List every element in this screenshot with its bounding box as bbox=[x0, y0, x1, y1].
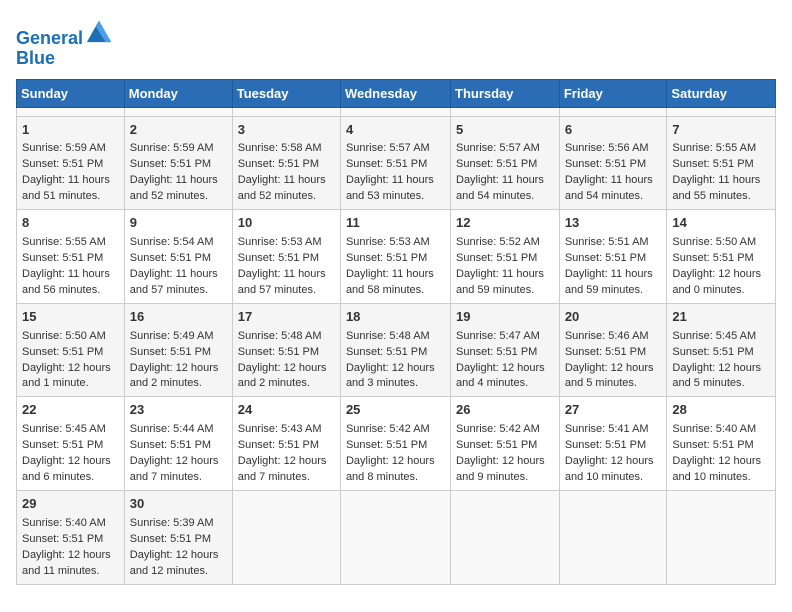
day-number: 17 bbox=[238, 308, 335, 327]
calendar-cell: 10Sunrise: 5:53 AMSunset: 5:51 PMDayligh… bbox=[232, 210, 340, 304]
day-number: 9 bbox=[130, 214, 227, 233]
calendar-cell bbox=[17, 107, 125, 116]
calendar-cell: 8Sunrise: 5:55 AMSunset: 5:51 PMDaylight… bbox=[17, 210, 125, 304]
calendar-week-5: 22Sunrise: 5:45 AMSunset: 5:51 PMDayligh… bbox=[17, 397, 776, 491]
calendar-cell: 26Sunrise: 5:42 AMSunset: 5:51 PMDayligh… bbox=[451, 397, 560, 491]
calendar-cell: 19Sunrise: 5:47 AMSunset: 5:51 PMDayligh… bbox=[451, 303, 560, 397]
calendar-cell: 6Sunrise: 5:56 AMSunset: 5:51 PMDaylight… bbox=[559, 116, 667, 210]
calendar-cell: 5Sunrise: 5:57 AMSunset: 5:51 PMDaylight… bbox=[451, 116, 560, 210]
logo-blue: Blue bbox=[16, 48, 55, 68]
calendar-cell bbox=[232, 490, 340, 584]
calendar-cell: 7Sunrise: 5:55 AMSunset: 5:51 PMDaylight… bbox=[667, 116, 776, 210]
calendar-week-1 bbox=[17, 107, 776, 116]
calendar-cell bbox=[667, 490, 776, 584]
day-number: 8 bbox=[22, 214, 119, 233]
calendar-cell: 24Sunrise: 5:43 AMSunset: 5:51 PMDayligh… bbox=[232, 397, 340, 491]
day-number: 14 bbox=[672, 214, 770, 233]
day-header-wednesday: Wednesday bbox=[340, 79, 450, 107]
calendar-cell: 1Sunrise: 5:59 AMSunset: 5:51 PMDaylight… bbox=[17, 116, 125, 210]
calendar-cell: 20Sunrise: 5:46 AMSunset: 5:51 PMDayligh… bbox=[559, 303, 667, 397]
calendar-cell: 9Sunrise: 5:54 AMSunset: 5:51 PMDaylight… bbox=[124, 210, 232, 304]
calendar-cell bbox=[667, 107, 776, 116]
day-number: 3 bbox=[238, 121, 335, 140]
calendar-cell bbox=[559, 107, 667, 116]
calendar-cell: 2Sunrise: 5:59 AMSunset: 5:51 PMDaylight… bbox=[124, 116, 232, 210]
calendar-table: SundayMondayTuesdayWednesdayThursdayFrid… bbox=[16, 79, 776, 585]
day-number: 27 bbox=[565, 401, 662, 420]
calendar-cell bbox=[340, 107, 450, 116]
day-number: 18 bbox=[346, 308, 445, 327]
calendar-cell: 16Sunrise: 5:49 AMSunset: 5:51 PMDayligh… bbox=[124, 303, 232, 397]
day-number: 7 bbox=[672, 121, 770, 140]
calendar-cell: 15Sunrise: 5:50 AMSunset: 5:51 PMDayligh… bbox=[17, 303, 125, 397]
calendar-cell: 27Sunrise: 5:41 AMSunset: 5:51 PMDayligh… bbox=[559, 397, 667, 491]
day-number: 19 bbox=[456, 308, 554, 327]
day-header-saturday: Saturday bbox=[667, 79, 776, 107]
calendar-cell: 4Sunrise: 5:57 AMSunset: 5:51 PMDaylight… bbox=[340, 116, 450, 210]
day-header-monday: Monday bbox=[124, 79, 232, 107]
calendar-cell: 17Sunrise: 5:48 AMSunset: 5:51 PMDayligh… bbox=[232, 303, 340, 397]
day-number: 12 bbox=[456, 214, 554, 233]
day-number: 1 bbox=[22, 121, 119, 140]
page-header: General Blue bbox=[16, 16, 776, 69]
calendar-week-2: 1Sunrise: 5:59 AMSunset: 5:51 PMDaylight… bbox=[17, 116, 776, 210]
calendar-cell bbox=[451, 490, 560, 584]
calendar-cell bbox=[124, 107, 232, 116]
calendar-week-3: 8Sunrise: 5:55 AMSunset: 5:51 PMDaylight… bbox=[17, 210, 776, 304]
day-number: 11 bbox=[346, 214, 445, 233]
day-number: 13 bbox=[565, 214, 662, 233]
calendar-cell: 22Sunrise: 5:45 AMSunset: 5:51 PMDayligh… bbox=[17, 397, 125, 491]
day-header-tuesday: Tuesday bbox=[232, 79, 340, 107]
calendar-week-4: 15Sunrise: 5:50 AMSunset: 5:51 PMDayligh… bbox=[17, 303, 776, 397]
day-number: 22 bbox=[22, 401, 119, 420]
day-number: 24 bbox=[238, 401, 335, 420]
day-number: 10 bbox=[238, 214, 335, 233]
logo-general: General bbox=[16, 28, 83, 48]
day-number: 26 bbox=[456, 401, 554, 420]
calendar-cell: 21Sunrise: 5:45 AMSunset: 5:51 PMDayligh… bbox=[667, 303, 776, 397]
calendar-cell: 3Sunrise: 5:58 AMSunset: 5:51 PMDaylight… bbox=[232, 116, 340, 210]
logo: General Blue bbox=[16, 16, 113, 69]
day-number: 29 bbox=[22, 495, 119, 514]
day-number: 15 bbox=[22, 308, 119, 327]
calendar-cell: 13Sunrise: 5:51 AMSunset: 5:51 PMDayligh… bbox=[559, 210, 667, 304]
logo-icon bbox=[85, 16, 113, 44]
day-number: 25 bbox=[346, 401, 445, 420]
day-header-thursday: Thursday bbox=[451, 79, 560, 107]
calendar-cell: 30Sunrise: 5:39 AMSunset: 5:51 PMDayligh… bbox=[124, 490, 232, 584]
day-number: 28 bbox=[672, 401, 770, 420]
calendar-cell: 18Sunrise: 5:48 AMSunset: 5:51 PMDayligh… bbox=[340, 303, 450, 397]
calendar-week-6: 29Sunrise: 5:40 AMSunset: 5:51 PMDayligh… bbox=[17, 490, 776, 584]
calendar-cell: 28Sunrise: 5:40 AMSunset: 5:51 PMDayligh… bbox=[667, 397, 776, 491]
day-header-sunday: Sunday bbox=[17, 79, 125, 107]
day-number: 20 bbox=[565, 308, 662, 327]
day-number: 23 bbox=[130, 401, 227, 420]
day-number: 6 bbox=[565, 121, 662, 140]
day-number: 5 bbox=[456, 121, 554, 140]
day-number: 4 bbox=[346, 121, 445, 140]
day-header-friday: Friday bbox=[559, 79, 667, 107]
calendar-cell: 23Sunrise: 5:44 AMSunset: 5:51 PMDayligh… bbox=[124, 397, 232, 491]
calendar-cell bbox=[340, 490, 450, 584]
day-number: 16 bbox=[130, 308, 227, 327]
calendar-cell bbox=[451, 107, 560, 116]
calendar-cell bbox=[559, 490, 667, 584]
day-number: 2 bbox=[130, 121, 227, 140]
calendar-cell: 14Sunrise: 5:50 AMSunset: 5:51 PMDayligh… bbox=[667, 210, 776, 304]
calendar-cell: 25Sunrise: 5:42 AMSunset: 5:51 PMDayligh… bbox=[340, 397, 450, 491]
calendar-cell bbox=[232, 107, 340, 116]
day-number: 30 bbox=[130, 495, 227, 514]
day-number: 21 bbox=[672, 308, 770, 327]
calendar-cell: 29Sunrise: 5:40 AMSunset: 5:51 PMDayligh… bbox=[17, 490, 125, 584]
calendar-cell: 11Sunrise: 5:53 AMSunset: 5:51 PMDayligh… bbox=[340, 210, 450, 304]
calendar-cell: 12Sunrise: 5:52 AMSunset: 5:51 PMDayligh… bbox=[451, 210, 560, 304]
